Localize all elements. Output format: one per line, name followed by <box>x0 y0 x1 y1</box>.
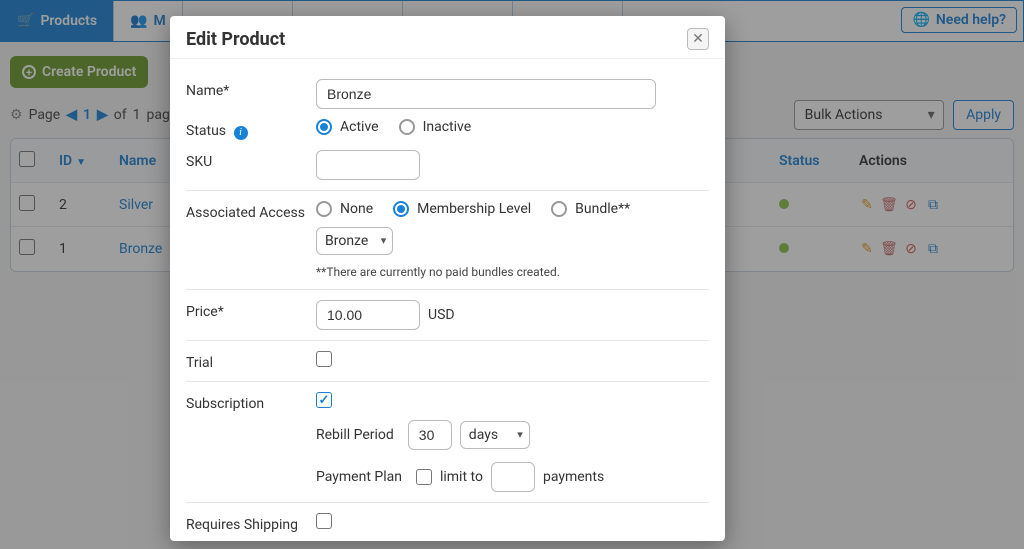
assoc-none-radio[interactable] <box>316 201 332 217</box>
label-trial: Trial <box>186 351 316 371</box>
label-payments: payments <box>543 469 604 485</box>
membership-level-value: Bronze <box>325 233 368 249</box>
rebill-unit-value: days <box>469 427 498 443</box>
status-inactive-label: Inactive <box>423 119 472 135</box>
assoc-bundle-radio[interactable] <box>551 201 567 217</box>
subscription-checkbox[interactable] <box>316 392 332 408</box>
payments-count-input[interactable] <box>491 462 535 492</box>
sku-input[interactable] <box>316 150 420 180</box>
bundle-note: **There are currently no paid bundles cr… <box>316 265 709 279</box>
label-sku: SKU <box>186 150 316 170</box>
label-limit-to: limit to <box>440 469 483 485</box>
status-active-label: Active <box>340 119 379 135</box>
modal-title: Edit Product <box>186 29 285 50</box>
close-icon[interactable]: ✕ <box>687 28 709 50</box>
label-rebill: Rebill Period <box>316 427 394 443</box>
label-status: Status <box>186 123 226 139</box>
label-payment-plan: Payment Plan <box>316 469 402 485</box>
trial-checkbox[interactable] <box>316 351 332 367</box>
price-currency: USD <box>428 307 455 323</box>
payment-plan-checkbox[interactable] <box>416 469 432 485</box>
label-price: Price* <box>186 300 316 320</box>
price-input[interactable] <box>316 300 420 330</box>
assoc-bundle-label: Bundle** <box>575 201 630 217</box>
label-shipping: Requires Shipping <box>186 513 316 533</box>
status-inactive-radio[interactable] <box>399 119 415 135</box>
status-active-radio[interactable] <box>316 119 332 135</box>
rebill-unit-select[interactable]: days <box>460 421 530 449</box>
name-input[interactable] <box>316 79 656 109</box>
label-associated-access: Associated Access <box>186 201 316 221</box>
assoc-level-label: Membership Level <box>417 201 531 217</box>
label-subscription: Subscription <box>186 392 316 412</box>
requires-shipping-checkbox[interactable] <box>316 513 332 529</box>
info-icon[interactable]: i <box>234 126 248 140</box>
rebill-period-input[interactable] <box>408 420 452 450</box>
label-name: Name* <box>186 79 316 99</box>
membership-level-select[interactable]: Bronze <box>316 227 393 255</box>
edit-product-modal: Edit Product ✕ Name* Status i Active Ina… <box>170 16 725 541</box>
assoc-level-radio[interactable] <box>393 201 409 217</box>
assoc-none-label: None <box>340 201 373 217</box>
